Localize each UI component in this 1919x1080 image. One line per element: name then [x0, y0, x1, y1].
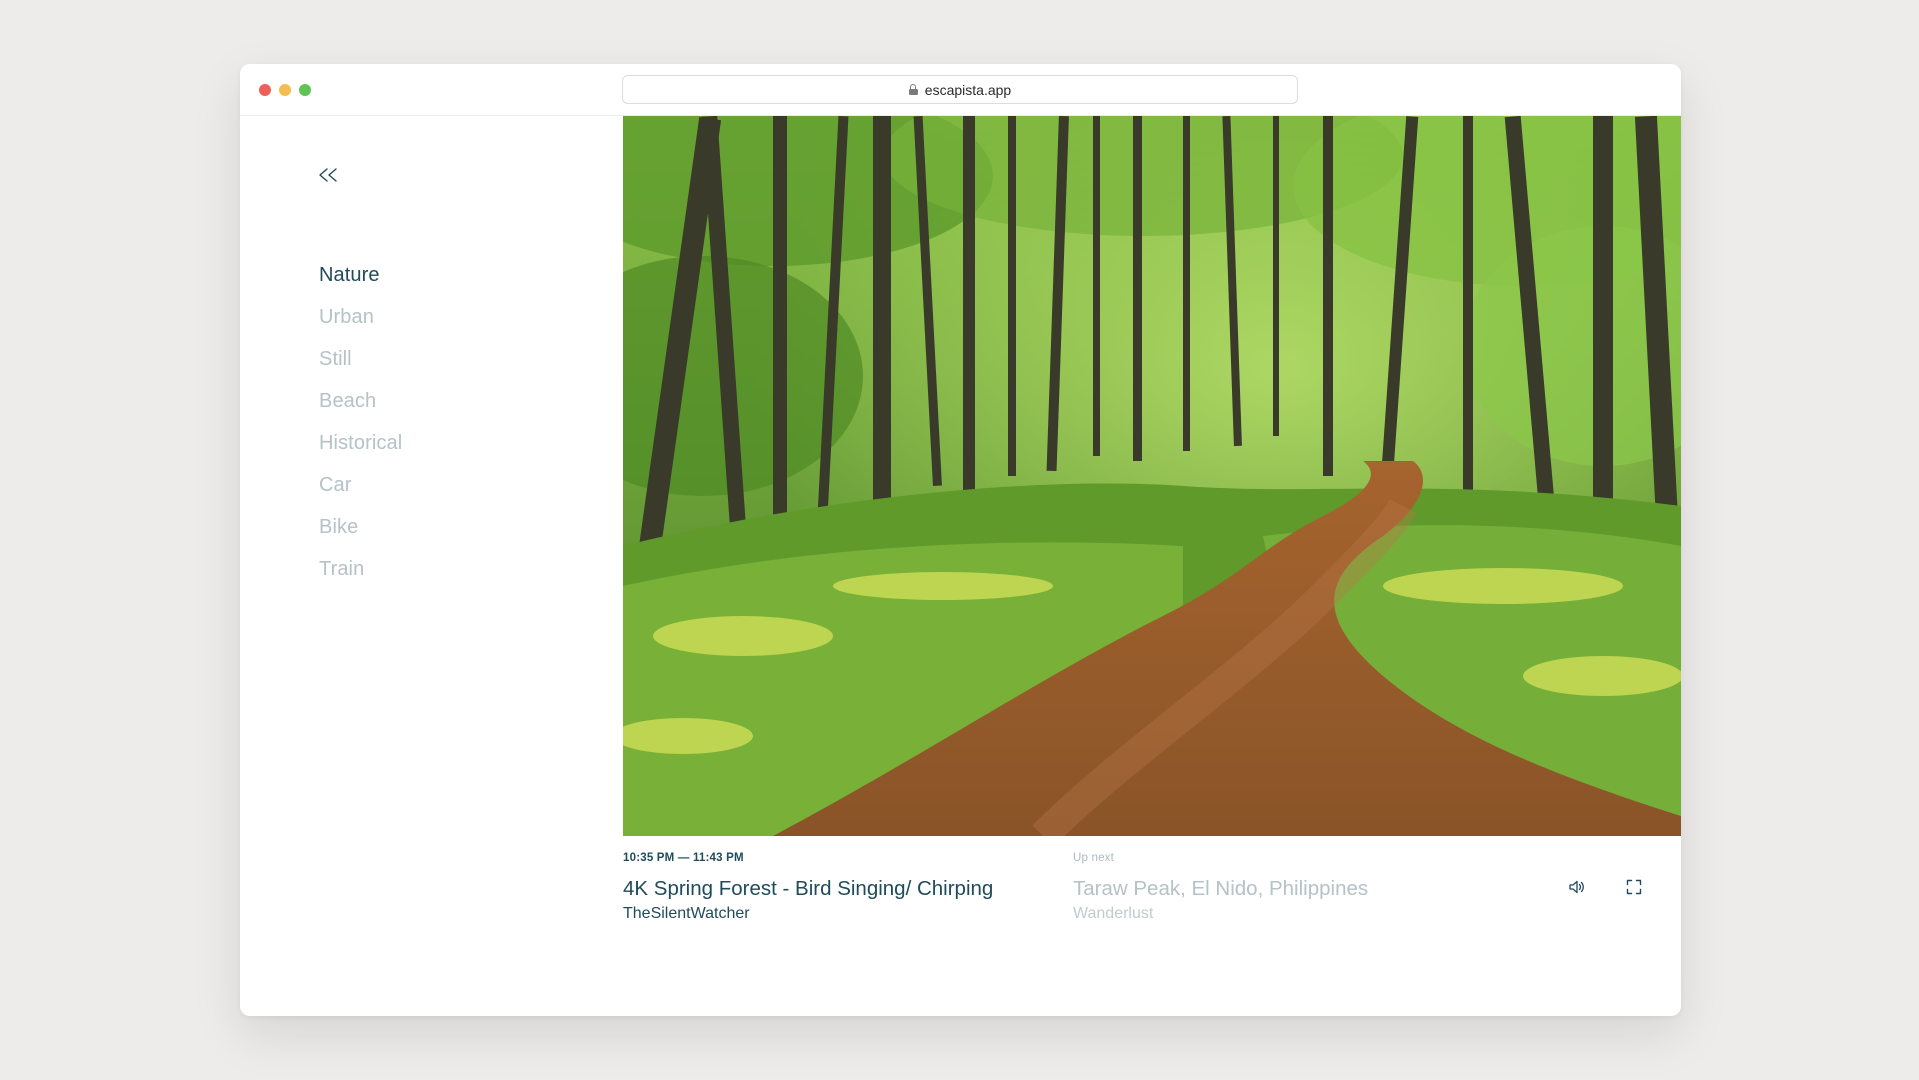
- address-bar[interactable]: escapista.app: [622, 75, 1298, 104]
- nav-item-historical[interactable]: Historical: [319, 422, 402, 464]
- up-next-channel[interactable]: Wanderlust: [1073, 905, 1493, 923]
- category-nav: Nature Urban Still Beach Historical Car …: [319, 254, 402, 590]
- up-next-label: Up next: [1073, 852, 1115, 864]
- up-next-info[interactable]: Up next Taraw Peak, El Nido, Philippines…: [1073, 852, 1493, 923]
- nav-item-car[interactable]: Car: [319, 464, 402, 506]
- nav-item-urban[interactable]: Urban: [319, 296, 402, 338]
- fullscreen-icon[interactable]: [1626, 879, 1642, 895]
- nav-item-train[interactable]: Train: [319, 548, 402, 590]
- double-chevron-left-icon[interactable]: [316, 164, 342, 186]
- speaker-icon[interactable]: [1568, 879, 1586, 895]
- now-playing-info: 10:35 PM — 11:43 PM 4K Spring Forest - B…: [623, 852, 1043, 923]
- lock-icon: [908, 84, 918, 95]
- nav-item-beach[interactable]: Beach: [319, 380, 402, 422]
- title-bar: escapista.app: [240, 64, 1681, 116]
- nav-item-still[interactable]: Still: [319, 338, 402, 380]
- up-next-title[interactable]: Taraw Peak, El Nido, Philippines: [1073, 876, 1493, 901]
- video-title[interactable]: 4K Spring Forest - Bird Singing/ Chirpin…: [623, 876, 1043, 901]
- nav-item-nature[interactable]: Nature: [319, 254, 402, 296]
- nav-item-bike[interactable]: Bike: [319, 506, 402, 548]
- forest-path-image: [623, 116, 1681, 836]
- maximize-window-button[interactable]: [299, 84, 311, 96]
- video-player[interactable]: [623, 116, 1681, 836]
- time-range: 10:35 PM — 11:43 PM: [623, 852, 744, 864]
- minimize-window-button[interactable]: [279, 84, 291, 96]
- url-text: escapista.app: [924, 81, 1012, 98]
- close-window-button[interactable]: [259, 84, 271, 96]
- browser-window: escapista.app Nature Urban Still Beach H…: [240, 64, 1681, 1016]
- channel-name[interactable]: TheSilentWatcher: [623, 905, 1043, 923]
